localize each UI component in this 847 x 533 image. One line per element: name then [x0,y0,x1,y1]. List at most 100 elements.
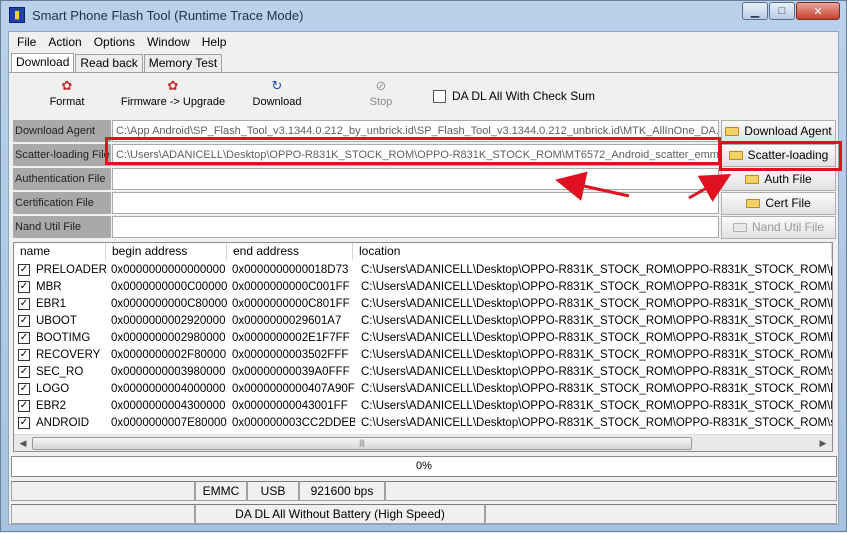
cell-end: 0x0000000002E1F7FF [232,331,350,344]
stop-label: Stop [369,96,393,108]
table-row[interactable]: ✓ RECOVERY 0x0000000002F80000 0x00000000035… [14,346,832,363]
table-row[interactable]: ✓ EBR1 0x0000000000C80000 0x0000000000C801F… [14,295,832,312]
menu-options[interactable]: Options [88,32,141,52]
cell-begin: 0x0000000004300000 [111,399,226,412]
table-row[interactable]: ✓ MBR 0x0000000000C00000 0x0000000000C001FF… [14,278,832,295]
folder-icon [746,199,761,208]
status-bar-top: EMMC USB 921600 bps [11,481,837,501]
download-agent-label: Download Agent [13,120,111,142]
menu-file[interactable]: File [11,32,42,52]
window-controls: ▁ □ ✕ [741,2,840,20]
firmware-upgrade-icon: ✿ [167,78,179,93]
horizontal-scrollbar[interactable]: ◀ ||| ▶ [14,434,832,451]
status-baud: 921600 bps [299,481,385,501]
row-checkbox[interactable]: ✓ [18,263,30,276]
status-cell-empty-right [385,481,837,501]
nand-util-row: Nand Util File Nand Util File [13,216,836,239]
close-button[interactable]: ✕ [796,2,840,20]
nand-util-field[interactable] [112,216,719,238]
auth-file-label: Authentication File [13,168,111,190]
download-agent-button[interactable]: Download Agent [721,120,836,143]
table-row[interactable]: ✓ BOOTIMG 0x0000000002980000 0x0000000002E1… [14,329,832,346]
row-checkbox[interactable]: ✓ [18,365,30,378]
cert-file-field[interactable] [112,192,719,214]
row-checkbox[interactable]: ✓ [18,314,30,327]
table-row[interactable]: ✓ ANDROID 0x0000000007E80000 0x000000003CC2… [14,414,832,431]
status-port: USB [247,481,299,501]
menu-action[interactable]: Action [42,32,87,52]
column-end-address[interactable]: end address [227,243,353,260]
download-button[interactable]: ↻ Download [249,78,305,108]
cell-end: 0x00000000039A0FFF [232,365,350,378]
cell-name: MBR [36,280,62,293]
table-row[interactable]: ✓ EBR2 0x0000000004300000 0x00000000043001F… [14,397,832,414]
table-row[interactable]: ✓ SEC_RO 0x0000000003980000 0x00000000039A0… [14,363,832,380]
table-row[interactable]: ✓ UBOOT 0x0000000002920000 0x0000000029601A… [14,312,832,329]
cell-location: C:\Users\ADANICELL\Desktop\OPPO-R831K_ST… [361,263,832,276]
cell-end: 0x00000000043001FF [232,399,348,412]
cell-name: UBOOT [36,314,77,327]
scroll-thumb[interactable]: ||| [32,437,692,450]
cell-location: C:\Users\ADANICELL\Desktop\OPPO-R831K_ST… [361,348,832,361]
partition-table: name begin address end address location … [13,242,833,452]
cell-begin: 0x0000000000000000 [111,263,226,276]
auth-file-field[interactable] [112,168,719,190]
cell-begin: 0x0000000004000000 [111,382,226,395]
tab-memory-test[interactable]: Memory Test [143,54,223,73]
status-cell-empty-left2 [11,504,195,524]
cell-name: LOGO [36,382,70,395]
folder-icon [732,223,747,232]
tab-read-back[interactable]: Read back [75,54,143,73]
row-checkbox[interactable]: ✓ [18,399,30,412]
stop-icon: ⊘ [375,78,387,93]
row-checkbox[interactable]: ✓ [18,297,30,310]
maximize-button[interactable]: □ [769,2,795,20]
cell-end: 0x0000000000018D73 [232,263,349,276]
firmware-upgrade-button[interactable]: ✿ Firmware -> Upgrade [117,78,229,108]
nand-util-button[interactable]: Nand Util File [721,216,836,239]
scroll-right-icon[interactable]: ▶ [815,436,831,451]
app-icon: ▮ [9,7,25,23]
checksum-option[interactable]: DA DL All With Check Sum [433,89,595,103]
download-label: Download [252,96,302,108]
table-row[interactable]: ✓ LOGO 0x0000000004000000 0x0000000000407A9… [14,380,832,397]
column-begin-address[interactable]: begin address [106,243,227,260]
row-checkbox[interactable]: ✓ [18,416,30,429]
scatter-loading-field[interactable]: C:\Users\ADANICELL\Desktop\OPPO-R831K_ST… [112,144,719,166]
folder-icon [745,175,760,184]
cell-begin: 0x0000000007E80000 [111,416,227,429]
cell-begin: 0x0000000002980000 [111,331,226,344]
scroll-left-icon[interactable]: ◀ [15,436,31,451]
window-title: Smart Phone Flash Tool (Runtime Trace Mo… [32,8,304,23]
cell-begin: 0x0000000003980000 [111,365,226,378]
scatter-loading-button-label: Scatter-loading [747,148,829,162]
cert-file-label: Certification File [13,192,111,214]
column-location[interactable]: location [353,243,832,260]
stop-button[interactable]: ⊘ Stop [361,78,401,108]
progress-text: 0% [416,460,432,472]
row-checkbox[interactable]: ✓ [18,382,30,395]
cell-begin: 0x0000000000C80000 [111,297,228,310]
menu-help[interactable]: Help [196,32,233,52]
cell-end: 0x0000000000C001FF [232,280,350,293]
table-row[interactable]: ✓ PRELOADER 0x0000000000000000 0x0000000000… [14,261,832,278]
title-bar[interactable]: ▮ Smart Phone Flash Tool (Runtime Trace … [1,1,846,31]
minimize-button[interactable]: ▁ [742,2,768,20]
cell-end: 0x0000000000C801FF [232,297,350,310]
checksum-checkbox[interactable] [433,89,446,103]
tab-download[interactable]: Download [11,53,75,73]
cell-begin: 0x0000000000C00000 [111,280,228,293]
row-checkbox[interactable]: ✓ [18,280,30,293]
scatter-loading-button[interactable]: Scatter-loading [721,144,836,167]
row-checkbox[interactable]: ✓ [18,331,30,344]
cert-file-button[interactable]: Cert File [721,192,836,215]
format-button[interactable]: ✿ Format [39,78,95,108]
cell-name: EBR2 [36,399,67,412]
column-name[interactable]: name [14,243,106,260]
tab-strip: Download Read back Memory Test [11,53,223,73]
menu-window[interactable]: Window [141,32,196,52]
scatter-loading-row: Scatter-loading File C:\Users\ADANICELL\… [13,144,836,167]
download-agent-field[interactable]: C:\App Android\SP_Flash_Tool_v3.1344.0.2… [112,120,719,142]
row-checkbox[interactable]: ✓ [18,348,30,361]
auth-file-button[interactable]: Auth File [721,168,836,191]
